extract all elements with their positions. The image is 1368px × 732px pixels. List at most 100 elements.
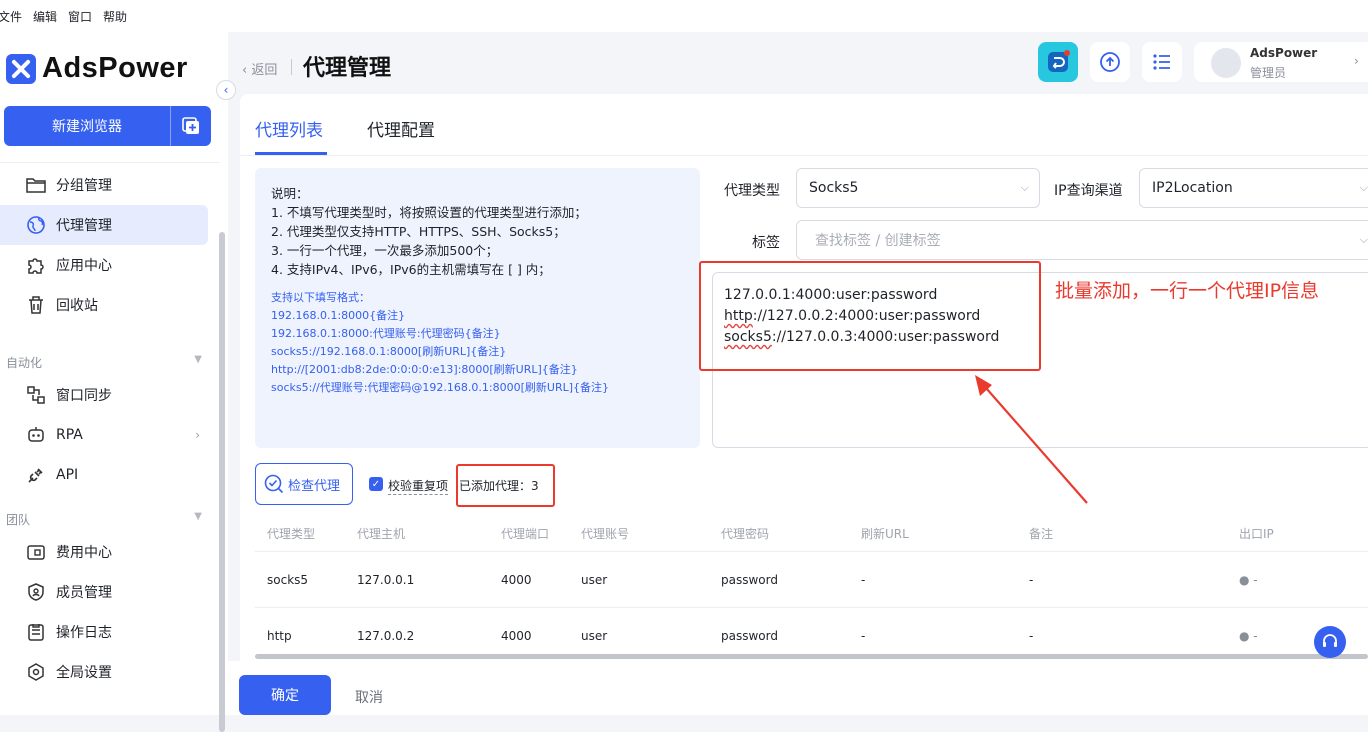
table-divider (255, 607, 1368, 608)
shield-user-icon (24, 580, 48, 604)
exit-ip-value: - (1253, 629, 1258, 643)
highlight-box (456, 464, 555, 507)
user-name: AdsPower (1250, 46, 1318, 60)
app-name: AdsPower (42, 52, 188, 84)
settings-hex-icon (24, 660, 48, 684)
chevron-down-icon: ⌵ (1359, 181, 1368, 194)
upload-icon (1100, 52, 1120, 72)
sidebar-item-window-sync[interactable]: 窗口同步 (0, 375, 208, 415)
customer-support-button[interactable] (1314, 626, 1346, 658)
cell-port: 4000 (501, 573, 532, 587)
cell-exit-ip: ● - (1239, 573, 1258, 587)
table-header: 代理主机 (357, 527, 406, 541)
batch-add-icon[interactable] (171, 116, 211, 136)
avatar (1211, 48, 1241, 78)
sync-app-icon (1048, 50, 1070, 72)
table-header: 备注 (1029, 527, 1054, 541)
cell-exit-ip: ● - (1239, 629, 1258, 643)
puzzle-icon (24, 253, 48, 277)
proxy-type-value: Socks5 (809, 180, 859, 196)
collapse-sidebar-button[interactable]: ‹ (216, 80, 236, 100)
robot-icon (24, 423, 48, 447)
tab-proxy-config[interactable]: 代理配置 (367, 116, 435, 141)
sidebar-item-label: 全局设置 (56, 665, 112, 681)
sidebar-scrollbar[interactable] (219, 232, 225, 732)
sidebar-item-logs[interactable]: 操作日志 (0, 612, 208, 652)
menu-window[interactable]: 窗口 (68, 8, 92, 25)
annotation-text: 批量添加，一行一个代理IP信息 (1055, 280, 1320, 302)
upload-button[interactable] (1090, 42, 1130, 82)
exit-ip-value: - (1253, 573, 1258, 587)
instruction-line: 2. 代理类型仅支持HTTP、HTTPS、SSH、Socks5； (271, 224, 566, 239)
instruction-line: 说明： (271, 186, 309, 201)
ip-channel-select[interactable]: IP2Location ⌵ (1139, 168, 1368, 208)
task-list-button[interactable] (1142, 42, 1182, 82)
back-link[interactable]: ‹ 返回 (242, 59, 277, 78)
header-divider (291, 59, 292, 75)
footer-bar: 确定 取消 (228, 661, 1368, 715)
cell-user: user (581, 629, 608, 643)
chevron-right-icon: › (195, 428, 200, 442)
sync-button[interactable] (1038, 42, 1078, 82)
confirm-button[interactable]: 确定 (239, 675, 331, 715)
table-header: 代理账号 (581, 527, 630, 541)
cell-refresh-url: - (861, 629, 866, 643)
sidebar-item-rpa[interactable]: RPA › (0, 415, 208, 455)
new-browser-label: 新建浏览器 (52, 119, 122, 135)
instruction-line: 4. 支持IPv4、IPv6，IPv6的主机需填写在 [ ] 内； (271, 262, 551, 277)
format-title: 支持以下填写格式： (271, 291, 370, 304)
sidebar-item-billing[interactable]: 费用中心 (0, 532, 208, 572)
tag-input[interactable]: 查找标签 / 创建标签 ⌵ (796, 220, 1368, 260)
sidebar-item-label: 应用中心 (56, 258, 112, 274)
sidebar-item-label: 回收站 (56, 298, 98, 314)
sidebar-divider (0, 162, 220, 163)
sidebar-item-settings[interactable]: 全局设置 (0, 652, 208, 692)
sidebar-item-apps[interactable]: 应用中心 (0, 245, 208, 285)
section-label: 团队 (6, 513, 31, 527)
format-example: 192.168.0.1:8000:代理账号:代理密码{备注} (271, 327, 501, 340)
cancel-button[interactable]: 取消 (355, 687, 383, 707)
chevron-right-icon: › (1354, 54, 1359, 68)
dedupe-checkbox[interactable]: ✓ (369, 477, 383, 491)
sidebar-item-members[interactable]: 成员管理 (0, 572, 208, 612)
highlight-box (699, 261, 1041, 371)
table-header: 出口IP (1239, 527, 1274, 541)
menu-help[interactable]: 帮助 (103, 8, 127, 25)
menu-edit[interactable]: 编辑 (33, 8, 57, 25)
format-example: 192.168.0.1:8000{备注} (271, 309, 406, 322)
check-search-icon (264, 474, 284, 494)
section-automation[interactable]: 自动化 ▼ (6, 354, 202, 371)
sidebar-item-label: 操作日志 (56, 625, 112, 641)
proxy-card: 代理列表 代理配置 说明： 1. 不填写代理类型时，将按照设置的代理类型进行添加… (240, 94, 1368, 661)
sidebar-item-label: RPA (56, 427, 83, 443)
new-browser-button[interactable]: 新建浏览器 (4, 106, 211, 146)
chevron-left-icon: ‹ (223, 83, 229, 97)
sidebar-item-api[interactable]: API (0, 455, 208, 495)
dedupe-label[interactable]: 校验重复项 (388, 477, 449, 495)
table-header: 代理密码 (721, 527, 770, 541)
table-header: 代理端口 (501, 527, 550, 541)
instruction-line: 3. 一行一个代理，一次最多添加500个； (271, 243, 499, 258)
sidebar-item-label: API (56, 467, 79, 483)
log-icon (24, 620, 48, 644)
cell-user: user (581, 573, 608, 587)
tag-placeholder: 查找标签 / 创建标签 (815, 233, 941, 249)
section-team[interactable]: 团队 ▼ (6, 511, 202, 528)
plug-icon (24, 463, 48, 487)
check-proxy-button[interactable]: 检查代理 (255, 463, 353, 505)
table-horizontal-scrollbar[interactable] (255, 654, 1368, 659)
sidebar-item-groups[interactable]: 分组管理 (0, 165, 208, 205)
proxy-type-label: 代理类型 (724, 183, 780, 199)
proxy-type-select[interactable]: Socks5 ⌵ (796, 168, 1040, 208)
menu-file[interactable]: 文件 (0, 8, 22, 25)
sidebar-item-trash[interactable]: 回收站 (0, 285, 208, 325)
cell-host: 127.0.0.1 (357, 573, 415, 587)
sidebar-item-proxy[interactable]: 代理管理 (0, 205, 208, 245)
instruction-line: 1. 不填写代理类型时，将按照设置的代理类型进行添加； (271, 205, 587, 220)
sidebar-item-label: 分组管理 (56, 178, 112, 194)
tab-proxy-list[interactable]: 代理列表 (255, 116, 323, 141)
headset-icon (1323, 634, 1337, 647)
cell-port: 4000 (501, 629, 532, 643)
trash-icon (24, 293, 48, 317)
user-menu[interactable]: AdsPower 管理员 › (1194, 42, 1368, 82)
